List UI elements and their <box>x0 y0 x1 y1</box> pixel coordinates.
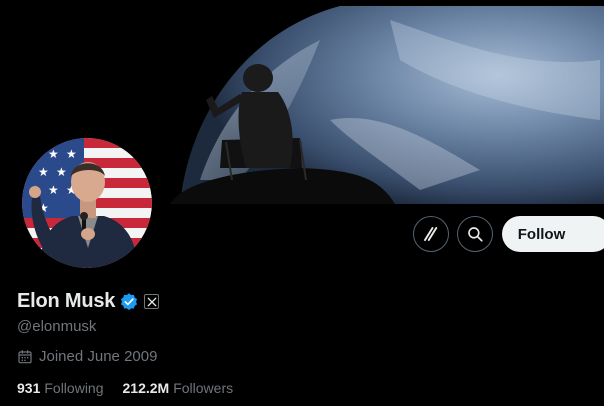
svg-text:★: ★ <box>66 147 77 161</box>
following-count: 931 <box>17 380 41 396</box>
follow-stats: 931 Following 212.2M Followers <box>17 380 252 396</box>
follow-button-label: Follow <box>517 225 566 243</box>
x-logo-icon <box>147 297 157 306</box>
follow-button[interactable]: Follow <box>502 216 604 252</box>
profile-handle: @elonmusk <box>17 318 97 335</box>
svg-text:★: ★ <box>56 165 67 179</box>
calendar-icon <box>18 349 32 363</box>
display-name: Elon Musk <box>17 290 116 312</box>
followers-count: 212.2M <box>122 380 170 396</box>
svg-text:★: ★ <box>48 183 59 197</box>
search-icon <box>468 227 483 242</box>
svg-text:★: ★ <box>38 165 49 179</box>
followers-link[interactable]: 212.2M Followers <box>123 380 234 396</box>
name-row: Elon Musk <box>17 290 160 313</box>
svg-text:★: ★ <box>48 147 59 161</box>
joined-date-row: Joined June 2009 <box>17 348 157 365</box>
profile-avatar[interactable]: ★ ★ ★ ★ ★ ★ ★ ★ ★ <box>19 135 155 271</box>
search-button[interactable] <box>457 216 493 252</box>
followers-label: Followers <box>173 380 234 396</box>
affiliation-badge[interactable] <box>144 294 160 309</box>
grok-icon <box>424 227 438 241</box>
joined-date-text: Joined June 2009 <box>39 348 158 365</box>
following-link[interactable]: 931 Following <box>17 380 104 396</box>
verified-badge-icon[interactable] <box>119 292 139 312</box>
following-label: Following <box>44 380 104 396</box>
grok-button[interactable] <box>413 216 449 252</box>
